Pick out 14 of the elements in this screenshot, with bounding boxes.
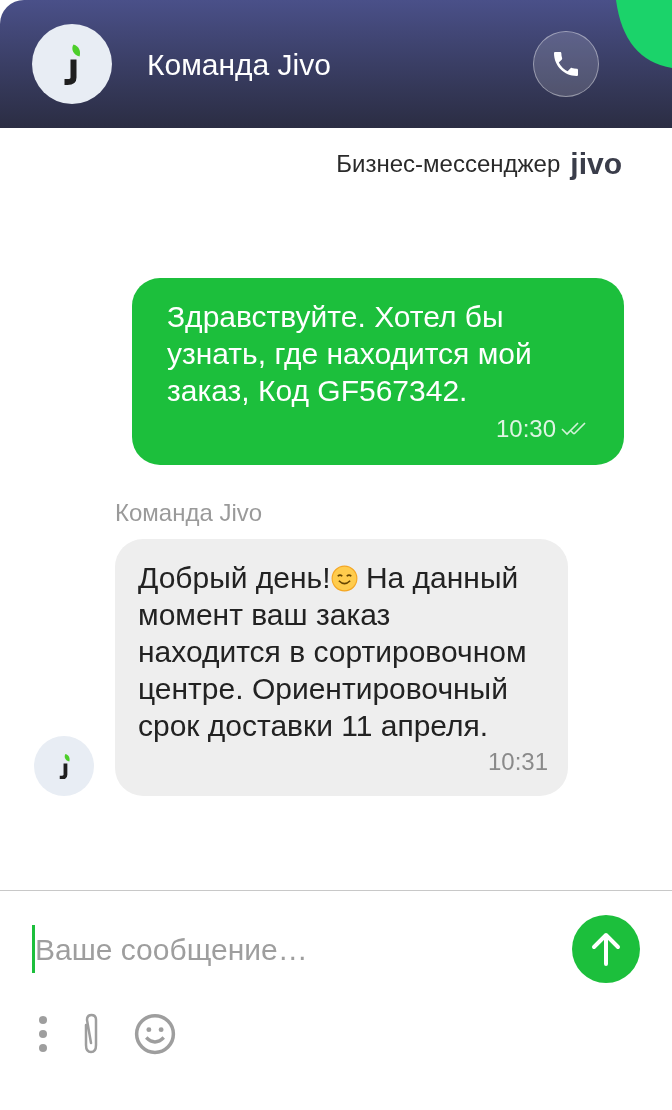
message-time: 10:30 [495,414,556,444]
sender-name: Команда Jivo [115,498,264,528]
smiling-face-icon [330,565,358,592]
leaf-icon [616,0,672,68]
message-text: Здравствуйте. Хотел бы узнать, где находится мой заказ, Код GF567342. [167,299,533,409]
arrow-up-icon [591,932,621,966]
message-text: Добрый день! На данный момент ваш заказ находится в сортировочном центре. Ориентировочный срок доставки 11 апреля. [138,560,528,744]
message-field[interactable]: Ваше сообщение… [35,926,572,972]
jivo-logo: jivo [570,149,622,179]
more-options-icon[interactable] [38,1015,48,1053]
message-time: 10:31 [487,747,548,777]
branding-text: Бизнес-мессенджер [336,149,561,179]
chat-title: Команда Jivo [147,46,332,83]
emoji-icon[interactable] [134,1013,176,1055]
